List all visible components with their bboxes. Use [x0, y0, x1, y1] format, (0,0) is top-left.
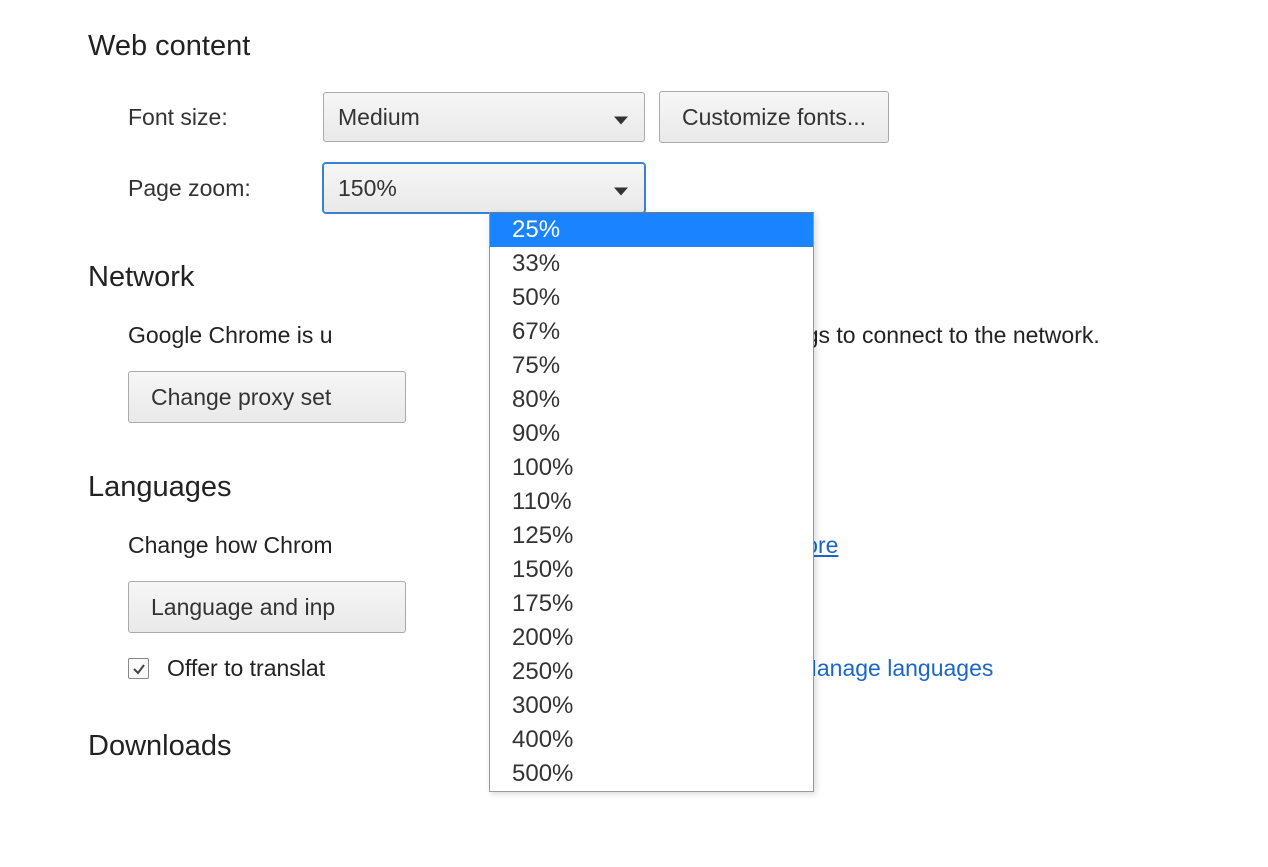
zoom-option[interactable]: 90% [490, 417, 813, 451]
customize-fonts-label: Customize fonts... [682, 104, 866, 131]
label-font-size: Font size: [128, 104, 323, 131]
zoom-option[interactable]: 250% [490, 655, 813, 689]
caret-down-icon [614, 104, 628, 131]
row-font-size: Font size: Medium Customize fonts... [88, 91, 1268, 143]
zoom-option[interactable]: 500% [490, 757, 813, 791]
zoom-option[interactable]: 400% [490, 723, 813, 757]
zoom-option[interactable]: 33% [490, 247, 813, 281]
zoom-option[interactable]: 100% [490, 451, 813, 485]
zoom-option[interactable]: 25% [490, 213, 813, 247]
zoom-option[interactable]: 50% [490, 281, 813, 315]
caret-down-icon [614, 175, 628, 202]
select-font-size-value: Medium [338, 104, 420, 131]
language-input-label: Language and inp [151, 594, 335, 621]
page-zoom-dropdown[interactable]: 25%33%50%67%75%80%90%100%110%125%150%175… [489, 212, 814, 792]
select-page-zoom-value: 150% [338, 175, 397, 202]
label-page-zoom: Page zoom: [128, 175, 323, 202]
languages-desc-part1: Change how Chrom [128, 532, 333, 558]
select-font-size[interactable]: Medium [323, 92, 645, 142]
language-input-settings-button[interactable]: Language and inp [128, 581, 406, 633]
zoom-option[interactable]: 200% [490, 621, 813, 655]
zoom-option[interactable]: 150% [490, 553, 813, 587]
zoom-option[interactable]: 175% [490, 587, 813, 621]
offer-translate-text1: Offer to translat [167, 655, 325, 682]
customize-fonts-button[interactable]: Customize fonts... [659, 91, 889, 143]
manage-languages-link[interactable]: Manage languages [798, 655, 994, 682]
offer-translate-checkbox[interactable] [128, 658, 149, 679]
row-page-zoom: Page zoom: 150% [88, 163, 1268, 213]
zoom-option[interactable]: 300% [490, 689, 813, 723]
network-desc-part1: Google Chrome is u [128, 322, 333, 348]
zoom-option[interactable]: 67% [490, 315, 813, 349]
change-proxy-button[interactable]: Change proxy set [128, 371, 406, 423]
select-page-zoom[interactable]: 150% [323, 163, 645, 213]
zoom-option[interactable]: 75% [490, 349, 813, 383]
zoom-option[interactable]: 125% [490, 519, 813, 553]
change-proxy-label: Change proxy set [151, 384, 331, 411]
heading-web-content: Web content [88, 30, 1268, 63]
zoom-option[interactable]: 110% [490, 485, 813, 519]
section-web-content: Web content Font size: Medium Customize … [88, 30, 1268, 213]
zoom-option[interactable]: 80% [490, 383, 813, 417]
